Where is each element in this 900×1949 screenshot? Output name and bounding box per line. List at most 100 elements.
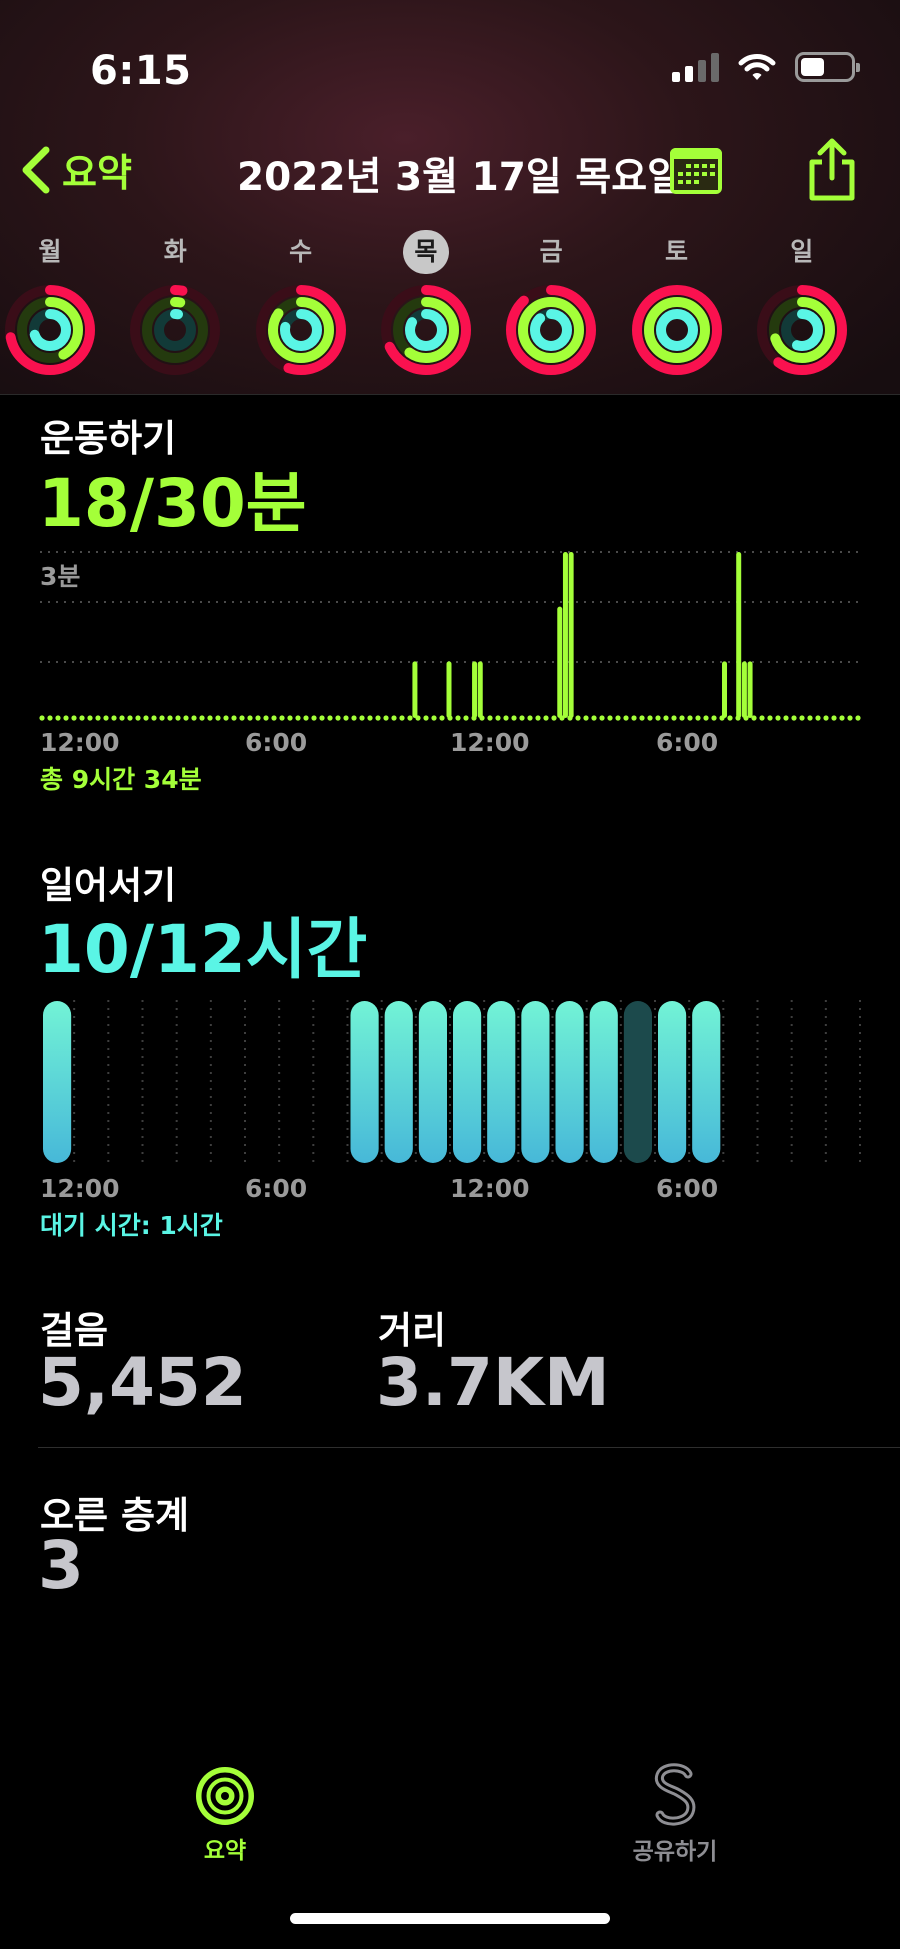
home-indicator[interactable]: [290, 1913, 610, 1924]
day-2[interactable]: 수: [251, 230, 351, 380]
exercise-total: 총 9시간 34분: [40, 765, 202, 794]
baseline-dot: [767, 715, 773, 721]
steps-value: 5,452: [38, 1344, 247, 1421]
page-title: 2022년 3월 17일 목요일: [237, 155, 683, 200]
baseline-dot: [791, 715, 797, 721]
baseline-dot: [367, 715, 373, 721]
baseline-dot: [679, 715, 685, 721]
baseline-dot: [327, 715, 333, 721]
baseline-dot: [687, 715, 693, 721]
stand-value: 10/12시간: [38, 911, 368, 988]
stand-bar: [487, 1001, 516, 1163]
exercise-xlabel: 6:00: [656, 728, 719, 757]
baseline-dot: [831, 715, 837, 721]
baseline-dot: [623, 715, 629, 721]
baseline-dot: [695, 715, 701, 721]
calendar-button[interactable]: [668, 146, 724, 200]
cellular-signal-icon: [672, 52, 719, 82]
day-label: 금: [539, 237, 563, 266]
baseline-dot: [159, 715, 165, 721]
stand-bar: [623, 1001, 652, 1163]
baseline-dot: [575, 715, 581, 721]
stand-bar: [453, 1001, 482, 1163]
baseline-dot: [703, 715, 709, 721]
day-5[interactable]: 토: [627, 230, 727, 380]
baseline-dot: [807, 715, 813, 721]
tab-summary[interactable]: 요약: [145, 1765, 305, 1865]
baseline-dot: [223, 715, 229, 721]
share-button[interactable]: [804, 136, 860, 206]
stand-bar: [692, 1001, 721, 1163]
exercise-xlabel: 12:00: [40, 728, 120, 757]
baseline-dot: [631, 715, 637, 721]
baseline-dot: [463, 715, 469, 721]
activity-ring: [506, 285, 597, 375]
baseline-dot: [311, 715, 317, 721]
day-label: 토: [664, 237, 688, 266]
divider: [38, 1447, 900, 1448]
baseline-dot: [799, 715, 805, 721]
stand-ring: [655, 309, 698, 351]
baseline-dot: [335, 715, 341, 721]
baseline-dot: [231, 715, 237, 721]
floors-value: 3: [38, 1527, 84, 1604]
baseline-dot: [255, 715, 261, 721]
baseline-dot: [79, 715, 85, 721]
baseline-dot: [47, 715, 53, 721]
baseline-dot: [431, 715, 437, 721]
day-label: 수: [289, 237, 313, 266]
baseline-dot: [671, 715, 677, 721]
tab-sharing[interactable]: 공유하기: [595, 1762, 755, 1866]
baseline-dot: [175, 715, 181, 721]
day-1[interactable]: 화: [125, 230, 225, 380]
baseline-dot: [167, 715, 173, 721]
distance-value: 3.7KM: [376, 1344, 610, 1421]
baseline-dot: [455, 715, 461, 721]
exercise-bar: [736, 552, 742, 718]
baseline-dot: [63, 715, 69, 721]
day-0[interactable]: 월: [0, 230, 100, 380]
baseline-dot: [127, 715, 133, 721]
exercise-bar: [472, 661, 478, 718]
activity-ring: [380, 285, 471, 375]
tab-summary-label: 요약: [203, 1838, 247, 1864]
baseline-dot: [343, 715, 349, 721]
baseline-dot: [423, 715, 429, 721]
stand-xlabel: 12:00: [40, 1174, 120, 1203]
stand-xlabel: 12:00: [450, 1174, 530, 1203]
baseline-dot: [263, 715, 269, 721]
baseline-dot: [247, 715, 253, 721]
day-4[interactable]: 금: [501, 230, 601, 380]
baseline-dot: [591, 715, 597, 721]
baseline-dot: [295, 715, 301, 721]
baseline-dot: [759, 715, 765, 721]
stand-chart: [43, 1000, 861, 1163]
activity-ring: [5, 285, 95, 375]
baseline-dot: [135, 715, 141, 721]
baseline-dot: [87, 715, 93, 721]
baseline-dot: [839, 715, 845, 721]
baseline-dot: [823, 715, 829, 721]
baseline-dot: [319, 715, 325, 721]
baseline-dot: [535, 715, 541, 721]
day-6[interactable]: 일: [752, 230, 852, 380]
day-3[interactable]: 목: [376, 230, 476, 380]
baseline-dot: [119, 715, 125, 721]
baseline-dot: [519, 715, 525, 721]
exercise-bar: [568, 552, 574, 718]
baseline-dot: [711, 715, 717, 721]
battery-icon: [795, 52, 860, 82]
baseline-dot: [815, 715, 821, 721]
baseline-dot: [399, 715, 405, 721]
exercise-bar: [412, 661, 418, 718]
baseline-dot: [359, 715, 365, 721]
baseline-dot: [111, 715, 117, 721]
baseline-dot: [279, 715, 285, 721]
baseline-dot: [95, 715, 101, 721]
exercise-bar: [747, 661, 753, 718]
baseline-dot: [511, 715, 517, 721]
baseline-dot: [775, 715, 781, 721]
baseline-dot: [375, 715, 381, 721]
sharing-icon: [654, 1763, 696, 1826]
baseline-dot: [71, 715, 77, 721]
